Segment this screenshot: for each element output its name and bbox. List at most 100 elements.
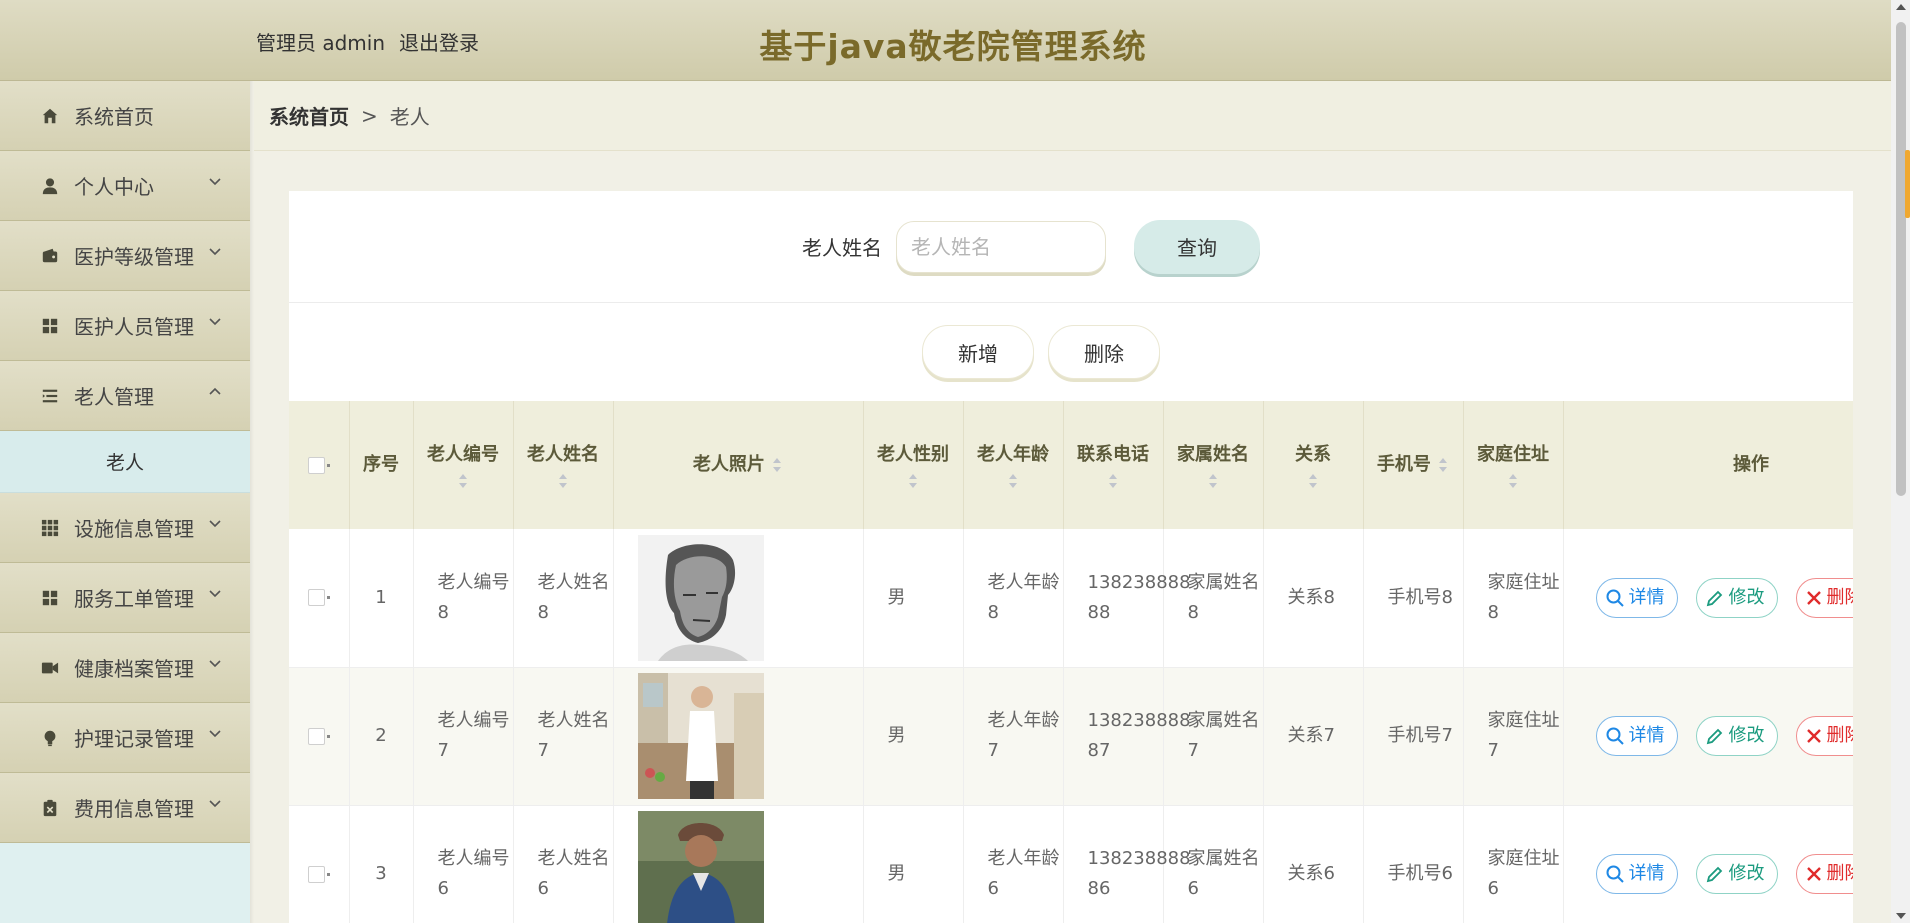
scroll-indicator [1905,150,1910,218]
cell-photo [613,667,864,806]
sidebar-item-personal[interactable]: 个人中心 [0,151,250,221]
sidebar-item-nursing-record[interactable]: 护理记录管理 [0,703,250,773]
chevron-down-icon [209,520,221,528]
query-button[interactable]: 查询 [1134,219,1260,274]
header-address[interactable]: 家庭住址 [1463,401,1564,529]
sort-icon[interactable] [557,472,569,490]
scrollbar-thumb[interactable] [1896,22,1906,496]
scroll-down-arrow-icon[interactable] [1896,913,1906,919]
header-gender[interactable]: 老人性别 [863,401,964,529]
cell-ops: 详情 修改 删除 [1563,805,1853,923]
page-scrollbar[interactable] [1891,0,1910,923]
elderly-photo [637,811,764,923]
clipboard-icon [40,798,60,818]
search-label: 老人姓名 [802,236,882,260]
detail-label: 详情 [1628,725,1665,746]
sidebar-item-label: 设施信息管理 [74,517,194,541]
sidebar-item-home[interactable]: 系统首页 [0,81,250,151]
edit-button[interactable]: 修改 [1695,854,1778,894]
bulb-icon [40,728,60,748]
sidebar-item-care-level[interactable]: 医护等级管理 [0,221,250,291]
edit-button[interactable]: 修改 [1695,577,1778,618]
chevron-down-icon [209,248,221,256]
sort-icon[interactable] [1107,472,1119,490]
row-checkbox[interactable] [307,727,325,745]
sidebar-item-label: 医护等级管理 [74,245,194,269]
row-actions: 详情 修改 删除 [1564,716,1854,756]
sort-icon[interactable] [457,472,469,490]
scroll-up-arrow-icon[interactable] [1896,4,1906,10]
header-index-label: 序号 [363,454,399,475]
cell-mobile: 手机号7 [1363,667,1464,806]
row-dot [326,596,330,600]
delete-button[interactable]: 删除 [1048,325,1160,379]
chevron-up-icon [209,387,221,395]
grid-icon [40,588,60,608]
header-phone[interactable]: 联系电话 [1063,401,1164,529]
header-mobile-label: 手机号 [1376,454,1431,475]
user-icon [40,176,60,196]
row-actions: 详情 修改 删除 [1564,854,1853,894]
edit-icon [1706,590,1722,606]
header-name[interactable]: 老人姓名 [513,401,614,529]
search-bar: 老人姓名 查询 [289,191,1853,303]
cell-relation: 关系6 [1263,805,1364,923]
wallet-icon [40,246,60,266]
row-checkbox[interactable] [307,865,325,883]
sort-icon[interactable] [1007,472,1019,490]
select-all-checkbox[interactable] [307,456,325,474]
breadcrumb-current: 老人 [389,105,430,129]
sort-icon[interactable] [771,456,783,474]
row-delete-button[interactable]: 删除 [1795,716,1854,756]
header-family-name[interactable]: 家属姓名 [1163,401,1264,529]
cell-phone: 138238888 88 [1063,529,1191,668]
header-photo[interactable]: 老人照片 [613,401,864,529]
detail-button[interactable]: 详情 [1595,577,1678,618]
breadcrumb-home[interactable]: 系统首页 [269,101,349,130]
sort-icon[interactable] [1437,456,1449,474]
sidebar-item-elderly[interactable]: 老人管理 [0,361,250,431]
header-gender-label: 老人性别 [877,444,949,465]
row-delete-button[interactable]: 删除 [1795,577,1853,618]
sidebar-item-facility[interactable]: 设施信息管理 [0,493,250,563]
submenu-item-elderly[interactable]: 老人 [0,431,250,493]
sidebar-item-health-record[interactable]: 健康档案管理 [0,633,250,703]
header-code-label: 老人编号 [427,444,499,465]
header-family-name-label: 家属姓名 [1177,444,1249,465]
sidebar-item-label: 护理记录管理 [74,727,194,751]
delete-label: 删除 [1826,725,1854,746]
detail-button[interactable]: 详情 [1595,854,1678,894]
breadcrumb-separator: > [361,103,378,128]
header-age-label: 老人年龄 [977,444,1049,465]
sort-icon[interactable] [1507,472,1519,490]
header-mobile[interactable]: 手机号 [1363,401,1464,529]
sidebar-item-staff[interactable]: 医护人员管理 [0,291,250,361]
cell-code: 老人编号7 [413,667,514,806]
detail-label: 详情 [1628,586,1665,608]
detail-button[interactable]: 详情 [1595,716,1678,756]
cell-code: 老人编号8 [413,529,514,668]
row-checkbox[interactable] [307,589,325,607]
row-delete-button[interactable]: 删除 [1795,854,1853,894]
header-relation[interactable]: 关系 [1263,401,1364,529]
search-input[interactable] [896,220,1106,273]
chevron-down-icon [209,178,221,186]
sidebar-item-fee[interactable]: 费用信息管理 [0,773,250,843]
sort-icon[interactable] [1307,472,1319,490]
sidebar-item-label: 老人管理 [74,385,154,409]
add-button[interactable]: 新增 [922,325,1034,379]
cell-photo [613,805,864,923]
sort-icon[interactable] [1207,472,1219,490]
edit-label: 修改 [1728,863,1765,884]
sidebar-item-service-order[interactable]: 服务工单管理 [0,563,250,633]
header-code[interactable]: 老人编号 [413,401,514,529]
sidebar-item-label: 个人中心 [74,175,154,199]
close-icon [1806,729,1821,743]
cell-age: 老人年龄7 [963,667,1064,806]
header-age[interactable]: 老人年龄 [963,401,1064,529]
edit-button[interactable]: 修改 [1695,716,1778,756]
sort-icon[interactable] [907,472,919,490]
row-select-cell [289,529,350,668]
edit-icon [1706,866,1722,883]
sidebar-divider [250,81,254,923]
